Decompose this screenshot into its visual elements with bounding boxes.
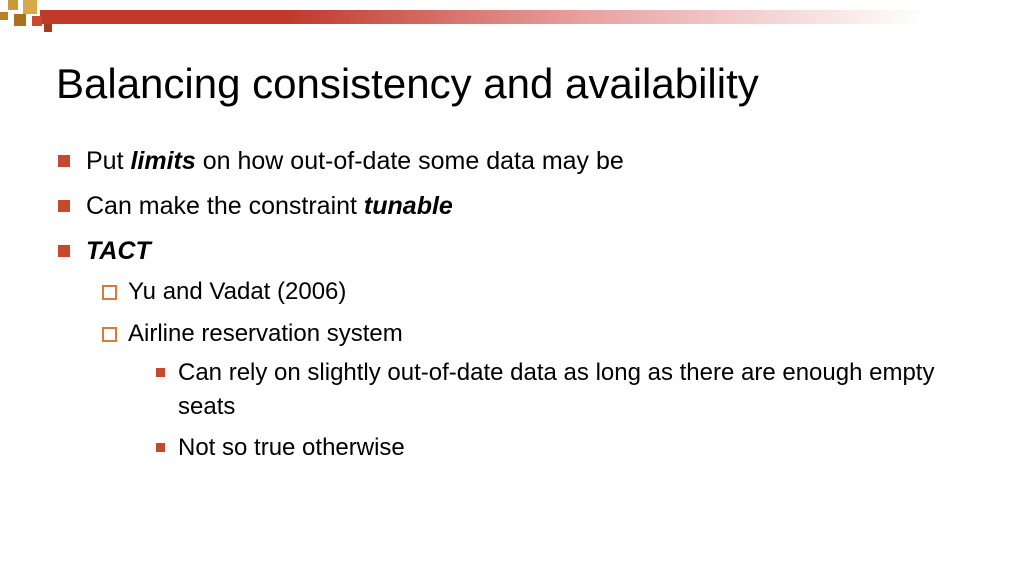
- bullet-3-bold: TACT: [86, 237, 151, 265]
- bullet-3: TACT Yu and Vadat (2006) Airline reserva…: [56, 234, 968, 465]
- subsub-bullet-1: Can rely on slightly out-of-date data as…: [156, 356, 968, 423]
- slide-title: Balancing consistency and availability: [56, 60, 968, 108]
- bullet-1-post: on how out-of-date some data may be: [196, 147, 624, 175]
- bullet-list-level3: Can rely on slightly out-of-date data as…: [128, 356, 968, 465]
- bullet-1-bold: limits: [130, 147, 195, 175]
- bullet-2-pre: Can make the constraint: [86, 192, 364, 220]
- sub-bullet-1: Yu and Vadat (2006): [102, 275, 968, 309]
- bullet-1: Put limits on how out-of-date some data …: [56, 144, 968, 179]
- sub-bullet-2: Airline reservation system Can rely on s…: [102, 317, 968, 465]
- gradient-bar: [40, 10, 1024, 24]
- bullet-list-level1: Put limits on how out-of-date some data …: [56, 144, 968, 465]
- sub-bullet-2-text: Airline reservation system: [128, 320, 403, 347]
- subsub-bullet-2: Not so true otherwise: [156, 431, 968, 465]
- bullet-2: Can make the constraint tunable: [56, 189, 968, 224]
- bullet-2-bold: tunable: [364, 192, 453, 220]
- slide-top-decoration: [0, 0, 1024, 30]
- bullet-list-level2: Yu and Vadat (2006) Airline reservation …: [86, 275, 968, 465]
- slide-content: Balancing consistency and availability P…: [0, 0, 1024, 495]
- bullet-1-pre: Put: [86, 147, 130, 175]
